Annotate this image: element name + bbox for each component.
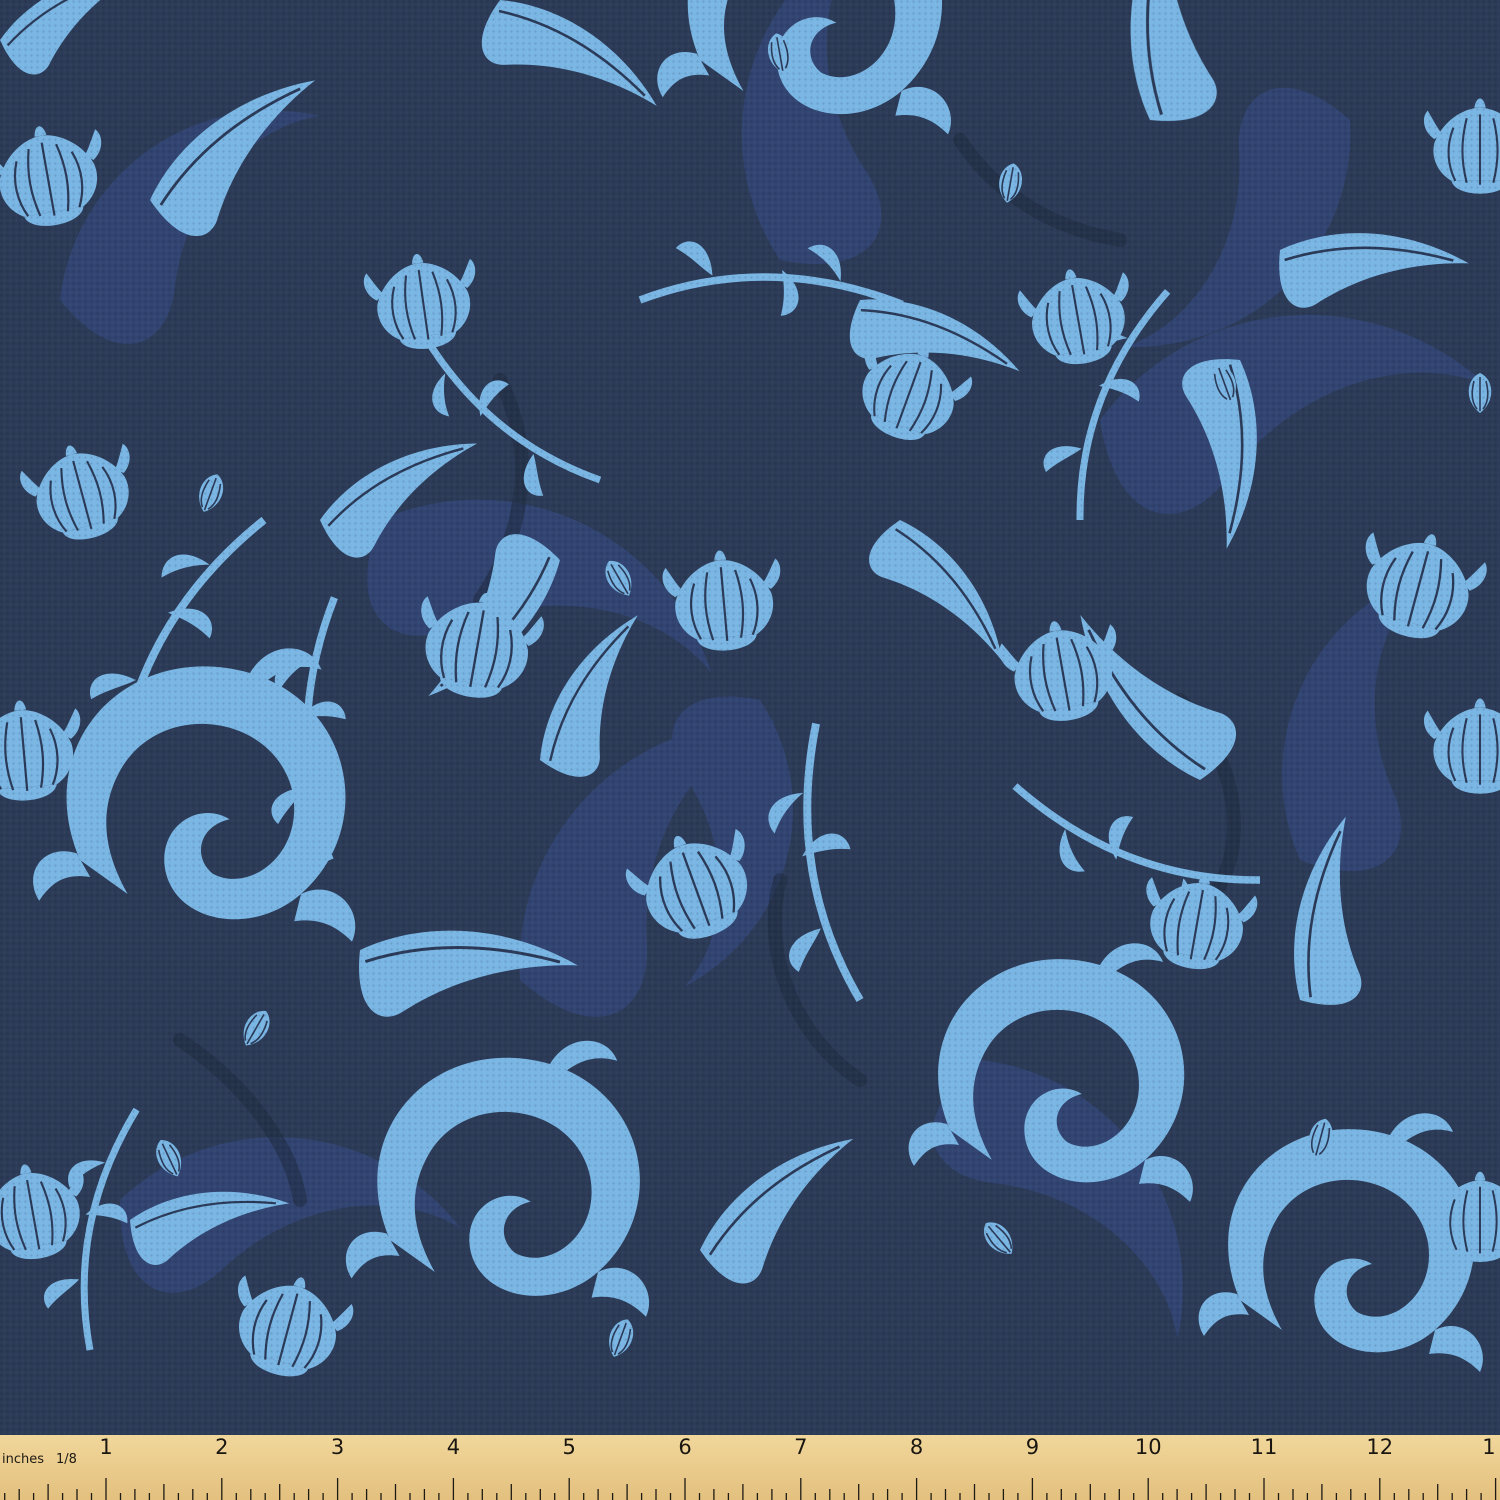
ruler-number: 3 xyxy=(331,1435,344,1459)
fabric-swatch-image: 1 2 3 4 5 6 7 8 9 10 11 12 1 inches 1/8 xyxy=(0,0,1500,1500)
ruler-number: 1 xyxy=(99,1435,112,1459)
ruler-fraction-label: 1/8 xyxy=(56,1452,77,1467)
ruler-number: 10 xyxy=(1135,1435,1162,1459)
ruler-number: 1 xyxy=(1482,1435,1495,1459)
ruler-number: 5 xyxy=(563,1435,576,1459)
measuring-ruler: 1 2 3 4 5 6 7 8 9 10 11 12 1 inches 1/8 xyxy=(0,1435,1500,1500)
ruler-number: 6 xyxy=(678,1435,691,1459)
ruler-number: 8 xyxy=(910,1435,923,1459)
ruler-number: 9 xyxy=(1026,1435,1039,1459)
ruler-number: 11 xyxy=(1251,1435,1278,1459)
ruler-number: 2 xyxy=(215,1435,228,1459)
ruler-number: 12 xyxy=(1366,1435,1393,1459)
ruler-number: 7 xyxy=(794,1435,807,1459)
ruler-unit-label: inches xyxy=(2,1452,44,1467)
floral-fabric-pattern xyxy=(0,0,1500,1435)
ruler-number: 4 xyxy=(447,1435,460,1459)
